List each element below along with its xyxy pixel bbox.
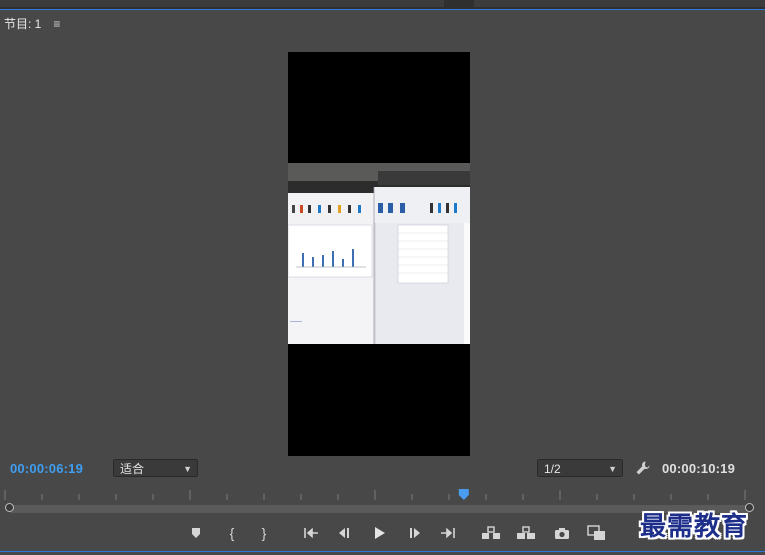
wrench-icon[interactable] [635, 460, 651, 476]
go-to-out-button[interactable] [436, 521, 460, 545]
panel-title: 节目: 1 [4, 17, 42, 31]
go-to-in-button[interactable] [299, 521, 323, 545]
watermark-logo: 最需教育 [640, 512, 749, 542]
add-marker-button[interactable] [184, 521, 208, 545]
duration-timecode: 00:00:10:19 [662, 461, 736, 476]
panel-menu-icon[interactable]: ≡ [53, 17, 60, 31]
zoom-handle-left[interactable] [5, 503, 14, 512]
lift-icon [482, 526, 500, 539]
chevron-down-icon: ▼ [608, 464, 617, 474]
top-panel-segment [0, 0, 444, 7]
step-back-button[interactable] [332, 521, 356, 545]
fit-select[interactable]: 适合 ▼ [113, 459, 198, 477]
bottom-accent-line [0, 551, 765, 552]
brace-right-icon: } [261, 525, 267, 541]
export-frame-button[interactable] [550, 521, 574, 545]
play-button[interactable] [367, 521, 391, 545]
mark-in-button[interactable]: { [220, 521, 244, 545]
brace-left-icon: { [229, 525, 235, 541]
program-monitor-tab[interactable]: 节目: 1 ≡ [4, 15, 60, 32]
camera-icon [555, 527, 569, 539]
comparison-view-button[interactable] [585, 521, 609, 545]
play-icon [375, 527, 385, 539]
top-panel-segment [474, 0, 765, 7]
chevron-down-icon: ▼ [183, 464, 192, 474]
comparison-icon [587, 525, 605, 540]
lift-button[interactable] [479, 521, 503, 545]
go-to-out-icon [441, 527, 455, 539]
resolution-select-value: 1/2 [544, 462, 561, 476]
current-timecode[interactable]: 00:00:06:19 [10, 461, 83, 476]
extract-icon [517, 526, 535, 539]
marker-icon [192, 528, 200, 538]
fit-select-value: 适合 [120, 462, 145, 476]
top-accent-line [0, 9, 765, 10]
step-forward-button[interactable] [403, 521, 427, 545]
extract-button[interactable] [514, 521, 538, 545]
step-back-icon [339, 528, 349, 538]
svg-text:────: ──── [289, 319, 303, 325]
step-forward-icon [410, 528, 420, 538]
playhead[interactable] [458, 489, 469, 500]
resolution-select[interactable]: 1/2 ▼ [537, 459, 623, 477]
mark-out-button[interactable]: } [252, 521, 276, 545]
video-frame-image: ──── [288, 163, 470, 344]
time-ruler[interactable] [0, 484, 765, 502]
go-to-in-icon [304, 527, 318, 539]
